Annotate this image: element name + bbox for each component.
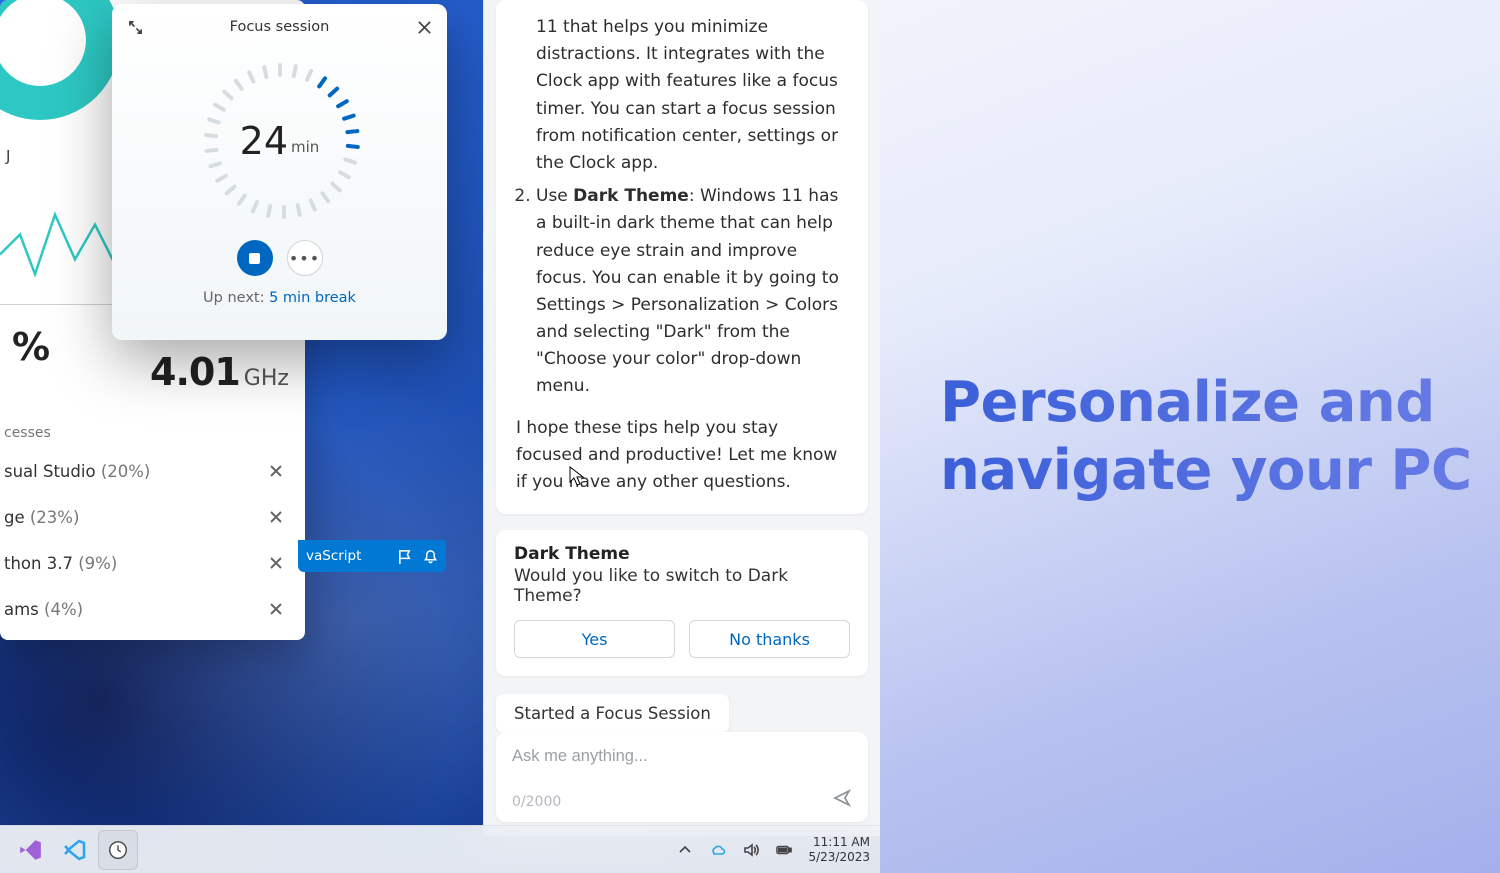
clock-icon: [107, 839, 129, 861]
taskbar-app-clock[interactable]: [98, 830, 138, 870]
assistant-message: 11 that helps you minimize distractions.…: [496, 0, 868, 514]
action-title: Dark Theme: [514, 544, 850, 564]
status-chip-focus-started: Started a Focus Session: [496, 694, 729, 732]
focus-timer: 24 min: [195, 56, 365, 226]
close-icon[interactable]: [267, 462, 285, 480]
taskbar[interactable]: 11:11 AM 5/23/2023: [0, 825, 880, 873]
processes-heading: cesses: [0, 425, 51, 441]
focus-session-window: Focus session 24 min ••• Up next: 5 min …: [112, 4, 447, 340]
vscode-icon: [62, 838, 86, 862]
onedrive-icon[interactable]: [709, 841, 726, 858]
close-icon[interactable]: [267, 600, 285, 618]
up-next-text: Up next: 5 min break: [112, 290, 447, 306]
close-icon[interactable]: [415, 18, 433, 36]
expand-icon[interactable]: [126, 18, 144, 36]
no-thanks-button[interactable]: No thanks: [689, 620, 850, 658]
process-list: sual Studio (20%) ge (23%) thon 3.7 (9%)…: [0, 448, 305, 632]
close-icon[interactable]: [267, 508, 285, 526]
marketing-panel: Personalize and navigate your PC: [880, 0, 1500, 873]
cpu-percent: %: [12, 325, 49, 369]
volume-icon[interactable]: [742, 841, 759, 858]
process-row[interactable]: ams (4%): [0, 586, 305, 632]
send-button[interactable]: [832, 788, 854, 810]
feedback-icon[interactable]: [398, 549, 413, 564]
process-row[interactable]: sual Studio (20%): [0, 448, 305, 494]
vscode-statusbar-fragment[interactable]: vaScript: [298, 540, 446, 572]
taskbar-clock[interactable]: 11:11 AM 5/23/2023: [808, 835, 870, 865]
visual-studio-icon: [17, 837, 43, 863]
focus-titlebar[interactable]: Focus session: [112, 4, 447, 50]
bell-icon[interactable]: [423, 549, 438, 564]
stop-button[interactable]: [237, 240, 273, 276]
action-question: Would you like to switch to Dark Theme?: [514, 566, 850, 606]
tip-item: Use Dark Theme: Windows 11 has a built-i…: [536, 183, 848, 401]
usage-donut: [0, 0, 120, 120]
battery-icon[interactable]: [775, 841, 792, 858]
process-row[interactable]: ge (23%): [0, 494, 305, 540]
chat-scroll-area[interactable]: 11 that helps you minimize distractions.…: [484, 0, 880, 732]
assistant-outro: I hope these tips help you stay focused …: [516, 415, 848, 497]
marketing-headline: Personalize and navigate your PC: [940, 369, 1500, 503]
char-counter: 0/2000: [512, 794, 561, 810]
chat-input[interactable]: [512, 747, 852, 766]
taskbar-time: 11:11 AM: [808, 835, 870, 850]
stop-icon: [249, 253, 260, 264]
taskbar-date: 5/23/2023: [808, 850, 870, 865]
cpu-frequency: 4.01: [150, 350, 240, 394]
close-icon[interactable]: [267, 554, 285, 572]
taskbar-app-visualstudio[interactable]: [10, 830, 50, 870]
process-row[interactable]: thon 3.7 (9%): [0, 540, 305, 586]
chat-input-box[interactable]: 0/2000: [496, 732, 868, 822]
action-card-dark-theme: Dark Theme Would you like to switch to D…: [496, 530, 868, 676]
timer-minutes: 24: [240, 119, 288, 163]
send-icon: [832, 788, 852, 808]
cpu-label: J: [6, 147, 10, 165]
more-button[interactable]: •••: [287, 240, 323, 276]
timer-unit: min: [291, 138, 319, 156]
tray-chevron-up-icon[interactable]: [676, 841, 693, 858]
focus-title: Focus session: [144, 19, 415, 35]
taskbar-app-vscode[interactable]: [54, 830, 94, 870]
copilot-panel: 11 that helps you minimize distractions.…: [483, 0, 880, 836]
tip-item: 11 that helps you minimize distractions.…: [516, 14, 848, 177]
desktop-region: J % 4.01GHz cesses sual Studio (20%) ge …: [0, 0, 880, 873]
mouse-cursor: [569, 466, 585, 488]
yes-button[interactable]: Yes: [514, 620, 675, 658]
cpu-frequency-unit: GHz: [244, 366, 289, 391]
